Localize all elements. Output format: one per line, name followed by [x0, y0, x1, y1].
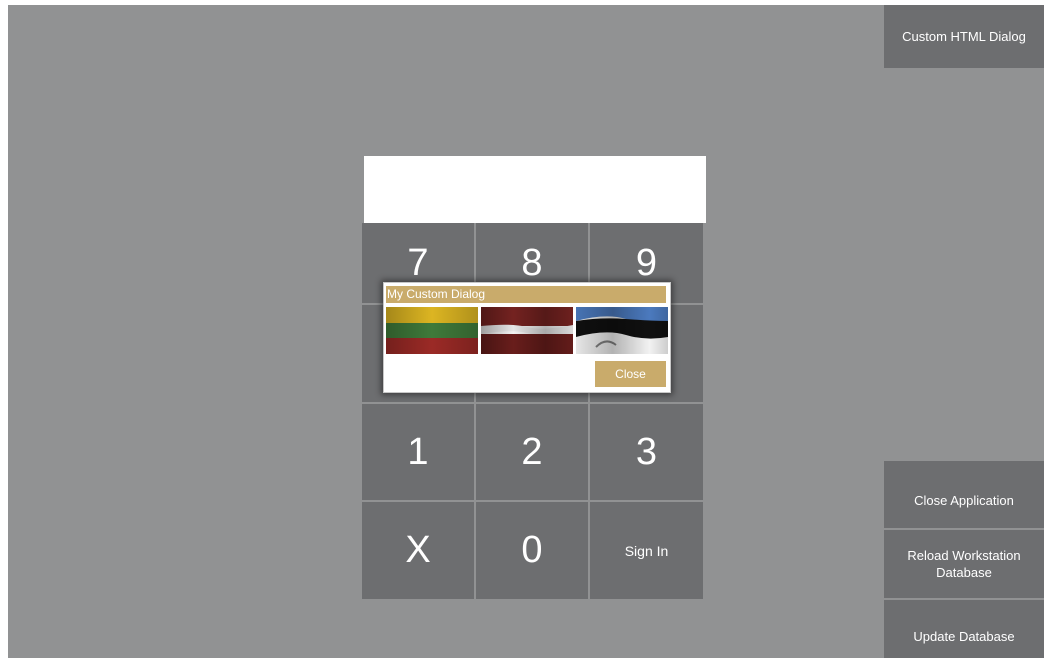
- app-screen: Custom HTML Dialog Close Application Rel…: [8, 5, 1044, 658]
- key-0[interactable]: 0: [476, 502, 588, 599]
- key-2[interactable]: 2: [476, 404, 588, 500]
- custom-html-dialog-button[interactable]: Custom HTML Dialog: [884, 5, 1044, 68]
- pin-input[interactable]: [364, 156, 706, 223]
- keypad: 7 8 9 4 5 6 1 2 3 X 0 Sign In: [362, 223, 703, 600]
- reload-workstation-database-button[interactable]: Reload Workstation Database: [884, 530, 1044, 598]
- estonia-flag-icon[interactable]: [576, 307, 668, 354]
- key-3[interactable]: 3: [590, 404, 703, 500]
- latvia-flag-icon[interactable]: [481, 307, 573, 354]
- key-1[interactable]: 1: [362, 404, 474, 500]
- close-application-button[interactable]: Close Application: [884, 461, 1044, 528]
- dialog-title: My Custom Dialog: [386, 286, 666, 303]
- sign-in-button[interactable]: Sign In: [590, 502, 703, 599]
- update-database-button[interactable]: Update Database: [884, 600, 1044, 658]
- lithuania-flag-icon[interactable]: [386, 307, 478, 354]
- key-clear[interactable]: X: [362, 502, 474, 599]
- dialog-close-button[interactable]: Close: [595, 361, 666, 387]
- custom-dialog: My Custom Dialog Close: [383, 282, 671, 393]
